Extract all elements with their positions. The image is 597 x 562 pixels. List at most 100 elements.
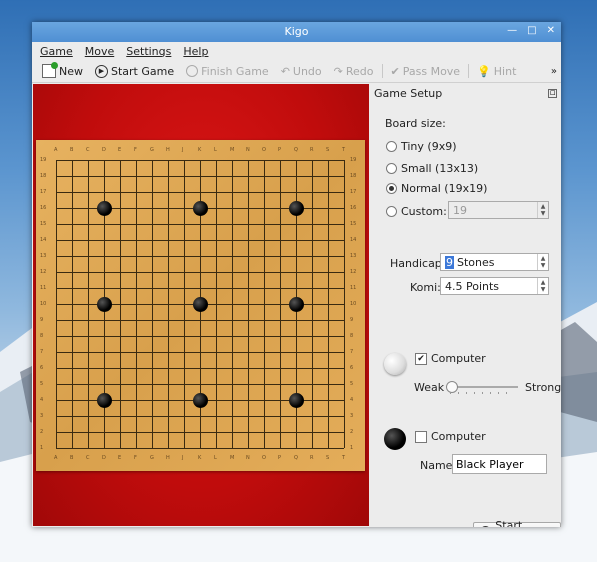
row-label: 16	[350, 205, 357, 211]
column-label: S	[326, 455, 330, 461]
row-label: 3	[40, 413, 44, 419]
spin-arrows-icon[interactable]: ▲ ▼	[537, 254, 548, 270]
spin-arrows-icon[interactable]: ▲ ▼	[537, 278, 548, 294]
board-line	[344, 160, 345, 448]
column-label: G	[150, 455, 154, 461]
menu-game[interactable]: Game	[40, 45, 73, 58]
game-setup-panel: Game Setup ▫ Board size: Tiny (9x9) Smal…	[370, 84, 561, 527]
checkbox-indicator: ✔	[415, 352, 427, 365]
custom-size-spinbox[interactable]: 19 ▲ ▼	[448, 201, 549, 219]
black-stone	[193, 201, 208, 216]
radio-tiny[interactable]: Tiny (9x9)	[386, 140, 457, 153]
column-label: M	[230, 455, 235, 461]
radio-custom[interactable]: Custom:	[386, 205, 447, 218]
new-button[interactable]: New	[36, 62, 89, 78]
row-label: 3	[350, 413, 354, 419]
column-label: N	[246, 455, 250, 461]
column-label: Q	[294, 455, 298, 461]
lightbulb-icon: 💡	[477, 64, 491, 78]
black-computer-checkbox[interactable]: Computer	[415, 430, 486, 443]
menu-settings[interactable]: Settings	[126, 45, 171, 58]
white-computer-checkbox[interactable]: ✔ Computer	[415, 352, 486, 365]
strong-label: Strong	[525, 381, 561, 394]
row-label: 15	[40, 221, 47, 227]
column-label: F	[134, 455, 137, 461]
column-label: J	[182, 455, 184, 461]
strength-slider[interactable]	[446, 380, 518, 394]
panel-float-icon[interactable]: ▫	[548, 88, 557, 98]
column-label: K	[198, 147, 202, 153]
board-line	[280, 160, 281, 448]
column-label: A	[54, 147, 58, 153]
start-game-panel-button[interactable]: ▶ Start Game	[473, 519, 561, 527]
weak-label: Weak	[414, 381, 445, 394]
white-stone-icon	[384, 353, 406, 375]
maximize-icon[interactable]: □	[527, 25, 536, 36]
board-line	[328, 160, 329, 448]
start-game-button[interactable]: ▶ Start Game	[89, 64, 180, 78]
undo-button[interactable]: ↶ Undo	[275, 65, 328, 78]
row-label: 1	[40, 445, 44, 451]
row-label: 14	[40, 237, 47, 243]
spin-arrows-icon[interactable]: ▲ ▼	[537, 202, 548, 218]
board-line	[56, 368, 344, 369]
column-label: O	[262, 455, 266, 461]
row-label: 6	[40, 365, 44, 371]
row-label: 4	[40, 397, 44, 403]
radio-indicator	[386, 183, 397, 194]
name-label: Name:	[420, 459, 457, 472]
row-label: 7	[350, 349, 354, 355]
row-label: 16	[40, 205, 47, 211]
column-label: A	[54, 455, 58, 461]
minimize-icon[interactable]: —	[507, 25, 517, 36]
board-line	[56, 352, 344, 353]
menu-move[interactable]: Move	[85, 45, 115, 58]
board-line	[248, 160, 249, 448]
column-label: H	[166, 147, 170, 153]
komi-label: Komi:	[410, 281, 441, 294]
column-label: E	[118, 147, 122, 153]
kigo-window: Kigo — □ ✕ Game Move Settings Help New ▶…	[32, 22, 561, 527]
column-label: G	[150, 147, 154, 153]
column-label: R	[310, 455, 314, 461]
black-stone	[289, 201, 304, 216]
black-stone	[193, 393, 208, 408]
title-bar[interactable]: Kigo — □ ✕	[32, 22, 561, 42]
go-board[interactable]: A A B B C C D D E E F F G G H H J J K K L L M M N N O O P P Q Q R R S S T T 19…	[36, 140, 365, 471]
finish-game-button[interactable]: Finish Game	[180, 65, 275, 78]
menu-help[interactable]: Help	[183, 45, 208, 58]
row-label: 13	[40, 253, 47, 259]
column-label: D	[102, 147, 106, 153]
window-title: Kigo	[284, 25, 309, 38]
row-label: 18	[350, 173, 357, 179]
komi-spinbox[interactable]: 4.5 Points ▲ ▼	[440, 277, 549, 295]
panel-title: Game Setup	[374, 86, 443, 100]
radio-normal[interactable]: Normal (19x19)	[386, 182, 487, 195]
radio-small[interactable]: Small (13x13)	[386, 162, 478, 175]
row-label: 10	[350, 301, 357, 307]
column-label: Q	[294, 147, 298, 153]
board-area[interactable]: A A B B C C D D E E F F G G H H J J K K L L M M N N O O P P Q Q R R S S T T 19…	[33, 84, 369, 526]
row-label: 18	[40, 173, 47, 179]
redo-button[interactable]: ↷ Redo	[328, 65, 380, 78]
redo-icon: ↷	[333, 64, 343, 78]
stop-icon	[186, 65, 199, 77]
close-icon[interactable]: ✕	[547, 25, 555, 36]
pass-move-button[interactable]: ✔ Pass Move	[385, 65, 467, 78]
row-label: 12	[350, 269, 357, 275]
column-label: C	[86, 147, 90, 153]
row-label: 15	[350, 221, 357, 227]
column-label: N	[246, 147, 250, 153]
toolbar-overflow-button[interactable]: »	[545, 66, 561, 77]
black-player-name-input[interactable]	[452, 454, 547, 474]
play-icon: ▶	[95, 64, 108, 78]
board-line	[216, 160, 217, 448]
column-label: P	[278, 147, 282, 153]
board-line	[56, 432, 344, 433]
row-label: 8	[40, 333, 44, 339]
row-label: 9	[350, 317, 354, 323]
handicap-spinbox[interactable]: 9 Stones ▲ ▼	[440, 253, 549, 271]
column-label: C	[86, 455, 90, 461]
row-label: 9	[40, 317, 44, 323]
hint-button[interactable]: 💡 Hint	[471, 65, 522, 78]
